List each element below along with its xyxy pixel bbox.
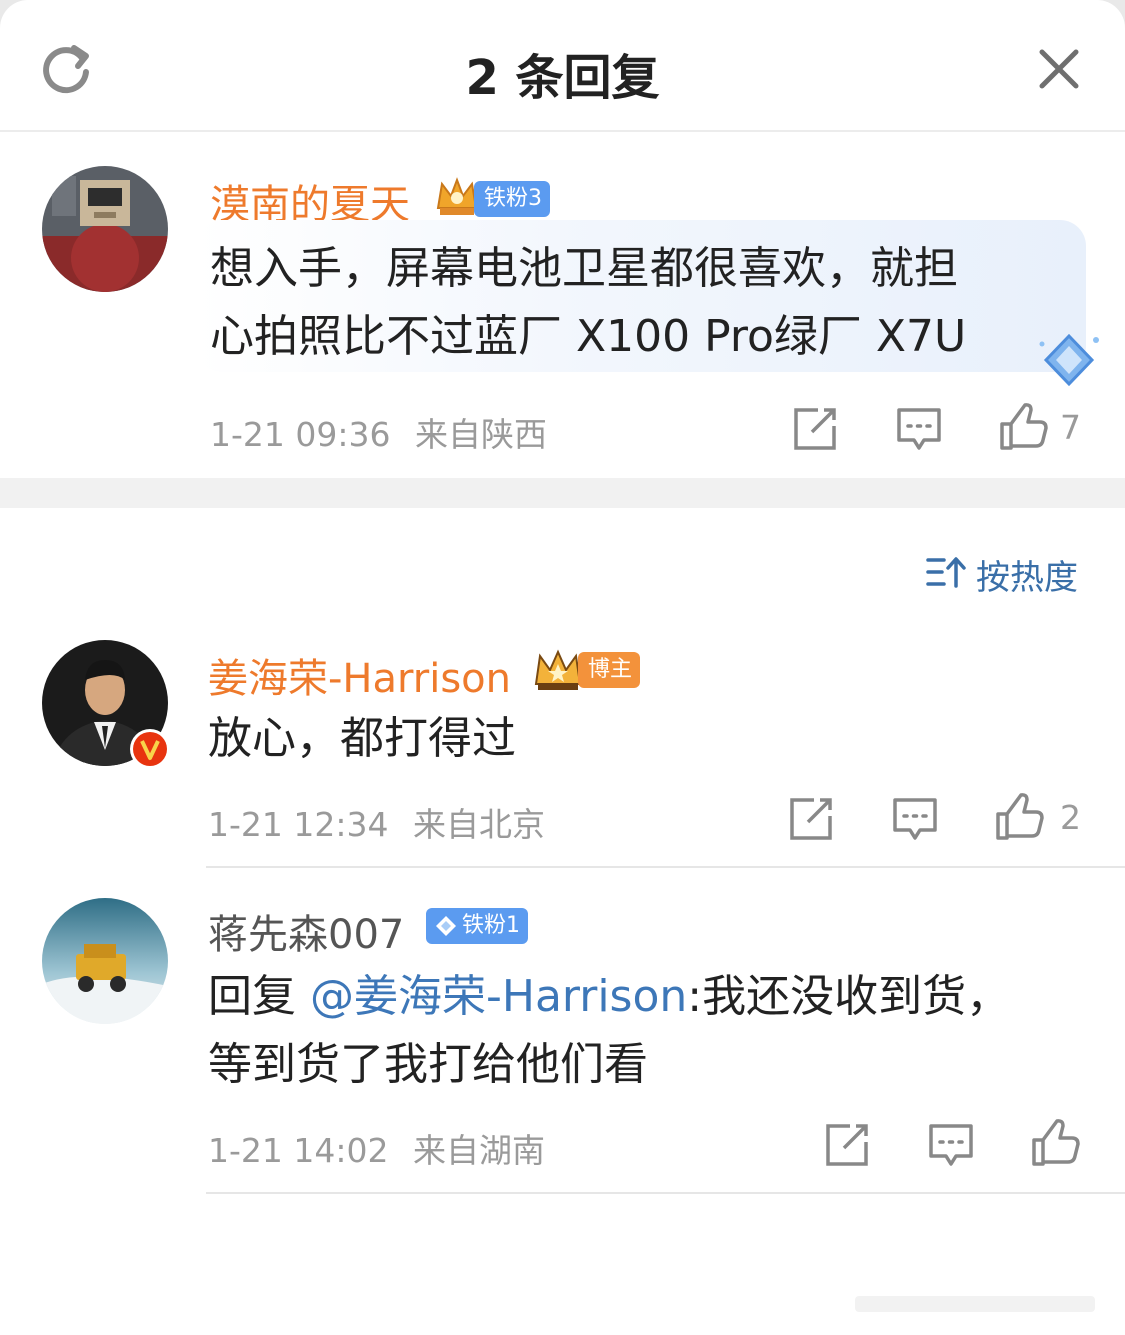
diamond-icon	[436, 916, 456, 936]
section-divider	[0, 478, 1125, 508]
avatar-image	[42, 898, 168, 1024]
diamond-icon	[1039, 333, 1099, 387]
reply-time: 1-21 14:02 来自湖南	[208, 1124, 545, 1172]
time-text: 1-21 14:02	[208, 1131, 389, 1170]
location-text: 来自湖南	[413, 1131, 545, 1170]
badge-label: 铁粉1	[462, 913, 520, 938]
like-icon[interactable]	[998, 402, 1048, 452]
like-count: 7	[1060, 408, 1081, 447]
page-title: 2 条回复	[465, 50, 660, 106]
location-text: 来自北京	[413, 805, 545, 844]
author-badge: 博主	[578, 652, 641, 688]
fan-badge: 铁粉3	[474, 181, 550, 217]
row-divider	[206, 1192, 1125, 1194]
comment-text-line2: 心拍照比不过蓝厂 X100 Pro绿厂 X7U	[210, 311, 967, 362]
reply-text-line1: 回复 @姜海荣-Harrison:我还没收到货，	[208, 964, 1010, 1030]
fan-badge: 铁粉1	[426, 908, 528, 944]
mention-link[interactable]: @姜海荣-Harrison	[310, 971, 687, 1022]
reply-time: 1-21 12:34 来自北京	[208, 798, 545, 846]
time-text: 1-21 12:34	[208, 805, 389, 844]
sort-label: 按热度	[976, 558, 1078, 598]
crown-icon	[534, 649, 582, 690]
comment-icon[interactable]	[890, 794, 940, 844]
verified-icon	[130, 729, 170, 769]
comment-icon[interactable]	[894, 404, 944, 454]
like-icon[interactable]	[994, 792, 1044, 842]
share-icon[interactable]	[786, 794, 836, 844]
avatar-image	[42, 166, 168, 292]
time-text: 1-21 09:36	[210, 415, 391, 454]
like-count: 2	[1060, 798, 1081, 837]
watermark	[855, 1296, 1095, 1312]
share-icon[interactable]	[822, 1120, 872, 1170]
close-icon[interactable]	[1034, 44, 1084, 94]
location-text: 来自陕西	[415, 415, 547, 454]
avatar[interactable]	[42, 166, 168, 292]
share-icon[interactable]	[790, 404, 840, 454]
sort-icon	[926, 557, 966, 588]
reply-sheet: 2 条回复 漠南的夏天 铁粉3 想入手，屏幕电池卫星都很喜欢，就担 心拍照比不过…	[0, 0, 1125, 1335]
avatar[interactable]	[42, 898, 168, 1024]
reply-text-rest: :我还没收到货，	[687, 971, 1011, 1022]
commenter-name[interactable]: 蒋先森007	[208, 902, 404, 960]
reply-text-line1: 放心，都打得过	[208, 713, 516, 764]
reply-text-line2: 等到货了我打给他们看	[208, 1039, 648, 1090]
commenter-name[interactable]: 姜海荣-Harrison	[208, 646, 511, 704]
reply-prefix: 回复	[208, 971, 310, 1022]
row-divider	[206, 866, 1125, 868]
comment-time: 1-21 09:36 来自陕西	[210, 408, 547, 456]
comment-text-line1: 想入手，屏幕电池卫星都很喜欢，就担	[210, 243, 958, 294]
comment-icon[interactable]	[926, 1120, 976, 1170]
like-icon[interactable]	[1030, 1118, 1080, 1168]
sheet-header: 2 条回复	[0, 0, 1125, 132]
